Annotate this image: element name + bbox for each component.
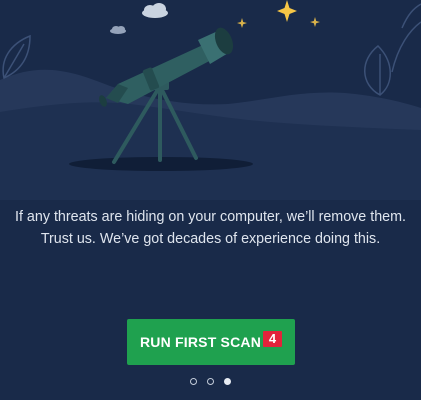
scan-step-badge: 4 — [263, 331, 283, 347]
info-message: If any threats are hiding on your comput… — [0, 206, 421, 250]
pager-dot-2[interactable] — [207, 378, 214, 385]
info-message-line-1: If any threats are hiding on your comput… — [15, 209, 406, 225]
run-first-scan-button[interactable]: RUN FIRST SCAN 4 — [127, 319, 295, 365]
run-first-scan-label: RUN FIRST SCAN — [139, 334, 262, 350]
carousel-pager — [0, 378, 421, 385]
sparkle-icon-small-left — [237, 18, 247, 28]
sparkle-icon-small-right — [310, 17, 320, 27]
pager-dot-1[interactable] — [190, 378, 197, 385]
telescope-illustration — [0, 0, 421, 200]
pager-dot-3[interactable] — [224, 378, 231, 385]
cloud-icon — [142, 3, 168, 18]
sparkle-icon — [277, 0, 297, 22]
telescope — [99, 27, 234, 107]
onboarding-screen: If any threats are hiding on your comput… — [0, 0, 421, 400]
cloud-icon-small — [110, 26, 126, 34]
info-message-line-2: Trust us. We’ve got decades of experienc… — [40, 231, 381, 247]
